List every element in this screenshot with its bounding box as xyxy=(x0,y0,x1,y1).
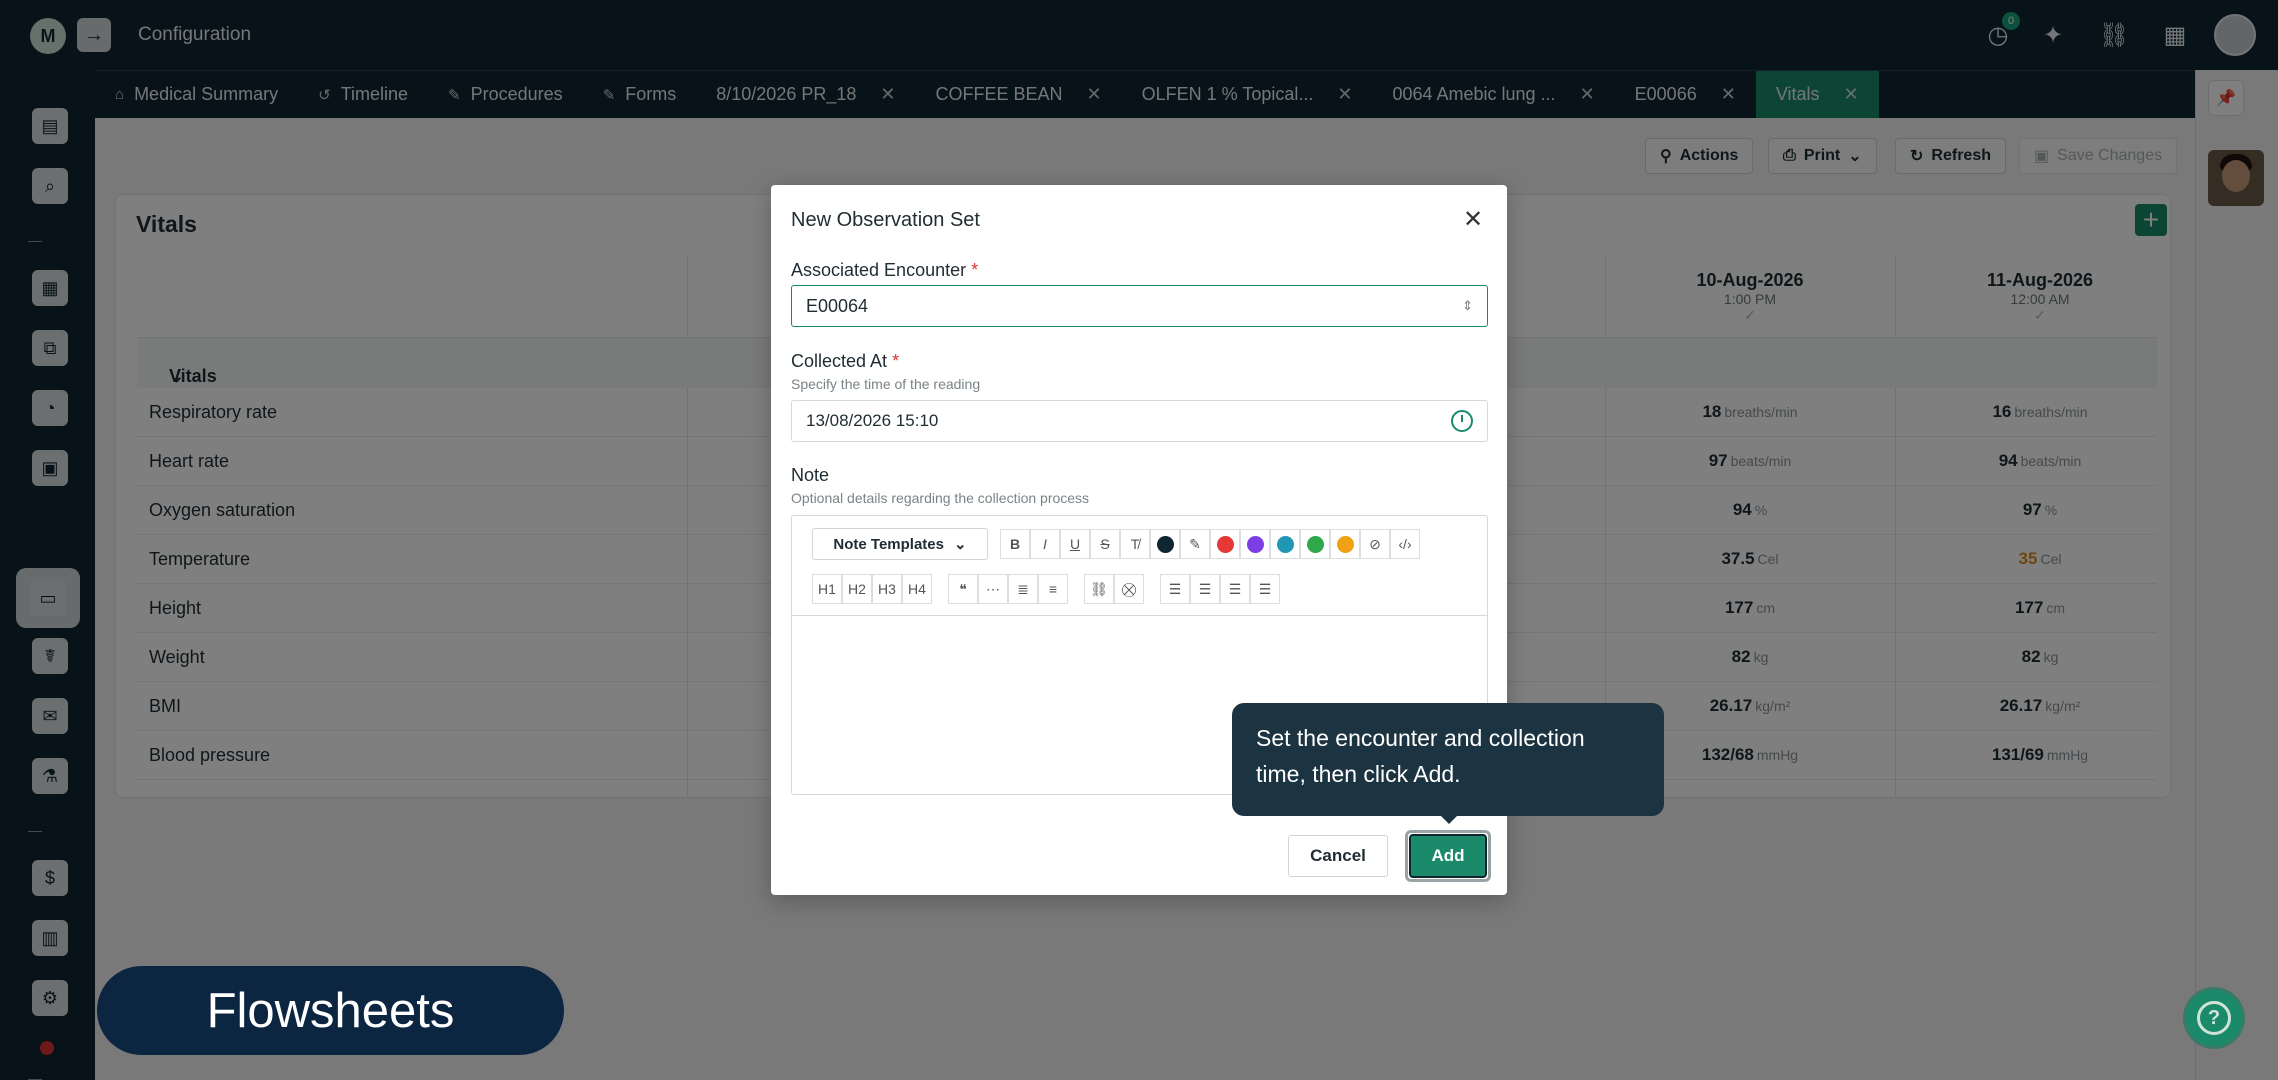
help-button[interactable]: ? xyxy=(2183,987,2245,1049)
align-center-icon[interactable]: ☰ xyxy=(1190,574,1220,604)
collected-help: Specify the time of the reading xyxy=(791,376,981,392)
heading-4-icon[interactable]: H4 xyxy=(902,574,932,604)
link-icon[interactable]: ⛓ xyxy=(1084,574,1114,604)
italic-icon[interactable]: I xyxy=(1030,529,1060,559)
editor-toolbar: Note Templates ⌄ B I U S T̸ ✎ ⊘ ‹/› H1 H2… xyxy=(792,516,1487,616)
clock-icon[interactable] xyxy=(1451,410,1473,432)
underline-icon[interactable]: U xyxy=(1060,529,1090,559)
guide-tooltip: Set the encounter and collection time, t… xyxy=(1232,703,1664,816)
ordered-list-icon[interactable]: ≡ xyxy=(1038,574,1068,604)
modal-title: New Observation Set xyxy=(791,209,980,231)
horizontal-rule-icon[interactable]: ⋯ xyxy=(978,574,1008,604)
bold-icon[interactable]: B xyxy=(1000,529,1030,559)
question-icon: ? xyxy=(2197,1001,2231,1035)
code-icon[interactable]: ‹/› xyxy=(1390,529,1420,559)
bullet-list-icon[interactable]: ≣ xyxy=(1008,574,1038,604)
color-swatch-icon[interactable] xyxy=(1150,529,1180,559)
note-templates-button[interactable]: Note Templates ⌄ xyxy=(812,528,988,560)
no-color-icon[interactable]: ⊘ xyxy=(1360,529,1390,559)
add-button[interactable]: Add xyxy=(1409,834,1487,878)
note-label: Note xyxy=(791,465,830,485)
color-swatch-icon[interactable] xyxy=(1210,529,1240,559)
chevron-down-icon: ⌄ xyxy=(954,536,967,553)
note-help: Optional details regarding the collectio… xyxy=(791,490,1090,506)
encounter-label: Associated Encounter * xyxy=(791,260,979,280)
color-swatch-icon[interactable] xyxy=(1300,529,1330,559)
align-left-icon[interactable]: ☰ xyxy=(1160,574,1190,604)
tooltip-arrow xyxy=(1440,815,1458,824)
color-swatch-icon[interactable] xyxy=(1270,529,1300,559)
heading-2-icon[interactable]: H2 xyxy=(842,574,872,604)
heading-3-icon[interactable]: H3 xyxy=(872,574,902,604)
cancel-button[interactable]: Cancel xyxy=(1288,835,1388,877)
strikethrough-icon[interactable]: S xyxy=(1090,529,1120,559)
blockquote-icon[interactable]: ❝ xyxy=(948,574,978,604)
collected-label: Collected At * xyxy=(791,351,900,371)
color-swatch-icon[interactable] xyxy=(1240,529,1270,559)
highlighter-icon[interactable]: ✎ xyxy=(1180,529,1210,559)
close-icon[interactable]: ✕ xyxy=(1463,205,1483,234)
align-right-icon[interactable]: ☰ xyxy=(1220,574,1250,604)
chevron-updown-icon: ⇕ xyxy=(1462,298,1473,313)
encounter-select[interactable]: E00064 ⇕ xyxy=(791,285,1488,327)
align-justify-icon[interactable]: ☰ xyxy=(1250,574,1280,604)
color-swatch-icon[interactable] xyxy=(1330,529,1360,559)
flowsheets-caption: Flowsheets xyxy=(97,966,564,1055)
heading-1-icon[interactable]: H1 xyxy=(812,574,842,604)
color-dot xyxy=(1156,535,1174,553)
unlink-icon[interactable]: ⛒ xyxy=(1114,574,1144,604)
clear-format-icon[interactable]: T̸ xyxy=(1120,529,1150,559)
collected-at-input[interactable]: 13/08/2026 15:10 xyxy=(791,400,1488,442)
